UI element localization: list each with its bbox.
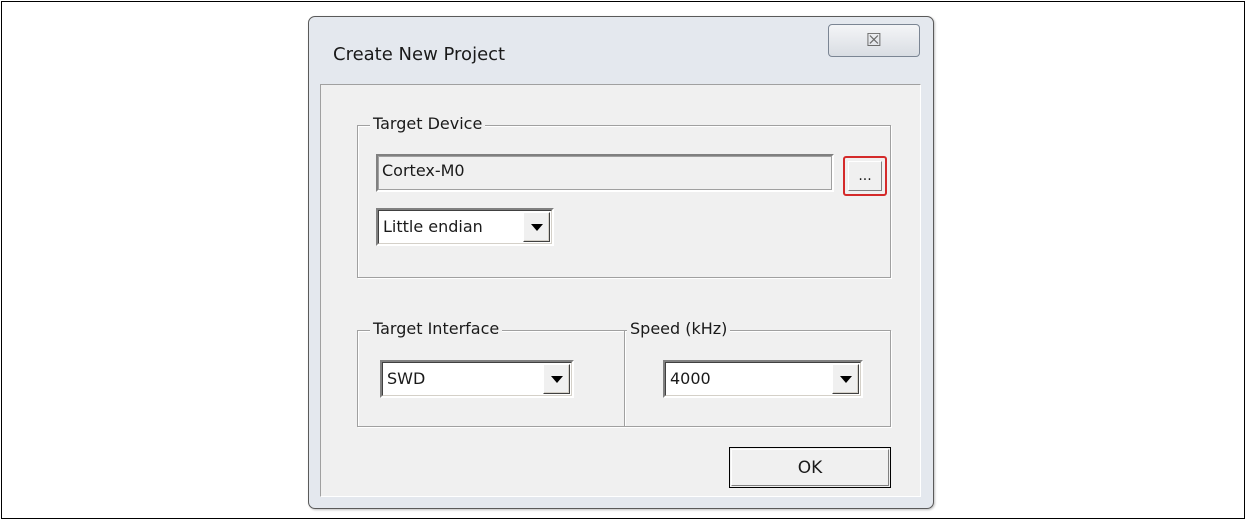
speed-select-value: 4000 (670, 369, 711, 388)
speed-label: Speed (kHz) (627, 319, 731, 339)
target-device-field[interactable]: Cortex-M0 (376, 154, 834, 192)
endian-dropdown-button[interactable] (523, 212, 550, 242)
chevron-down-icon (530, 223, 543, 231)
speed-group: Speed (kHz) 4000 (624, 319, 891, 427)
target-interface-select[interactable]: SWD (380, 360, 574, 398)
chevron-down-icon (839, 375, 852, 383)
ok-button-label: OK (797, 457, 823, 478)
create-new-project-dialog: Create New Project ☒ Target Device Corte… (308, 16, 934, 509)
dialog-client-area: Target Device Cortex-M0 ... Little endia… (320, 84, 921, 497)
endian-select[interactable]: Little endian (376, 208, 554, 246)
interface-dropdown-button[interactable] (543, 364, 570, 394)
close-icon: ☒ (865, 30, 883, 51)
speed-dropdown-button[interactable] (832, 364, 859, 394)
ellipsis-icon: ... (858, 168, 872, 184)
browse-device-button[interactable]: ... (843, 156, 887, 196)
screenshot-frame: Create New Project ☒ Target Device Corte… (1, 1, 1245, 519)
interface-select-value: SWD (387, 369, 426, 388)
target-device-group: Target Device Cortex-M0 ... Little endia… (357, 114, 891, 278)
chevron-down-icon (550, 375, 563, 383)
dialog-title: Create New Project (333, 44, 506, 65)
close-button[interactable]: ☒ (828, 24, 920, 57)
ok-button[interactable]: OK (729, 447, 891, 488)
endian-select-value: Little endian (383, 217, 483, 236)
speed-select[interactable]: 4000 (663, 360, 863, 398)
target-interface-group: Target Interface SWD (357, 319, 625, 427)
target-device-label: Target Device (370, 114, 486, 134)
target-interface-label: Target Interface (370, 319, 503, 339)
browse-button-face: ... (848, 161, 882, 191)
